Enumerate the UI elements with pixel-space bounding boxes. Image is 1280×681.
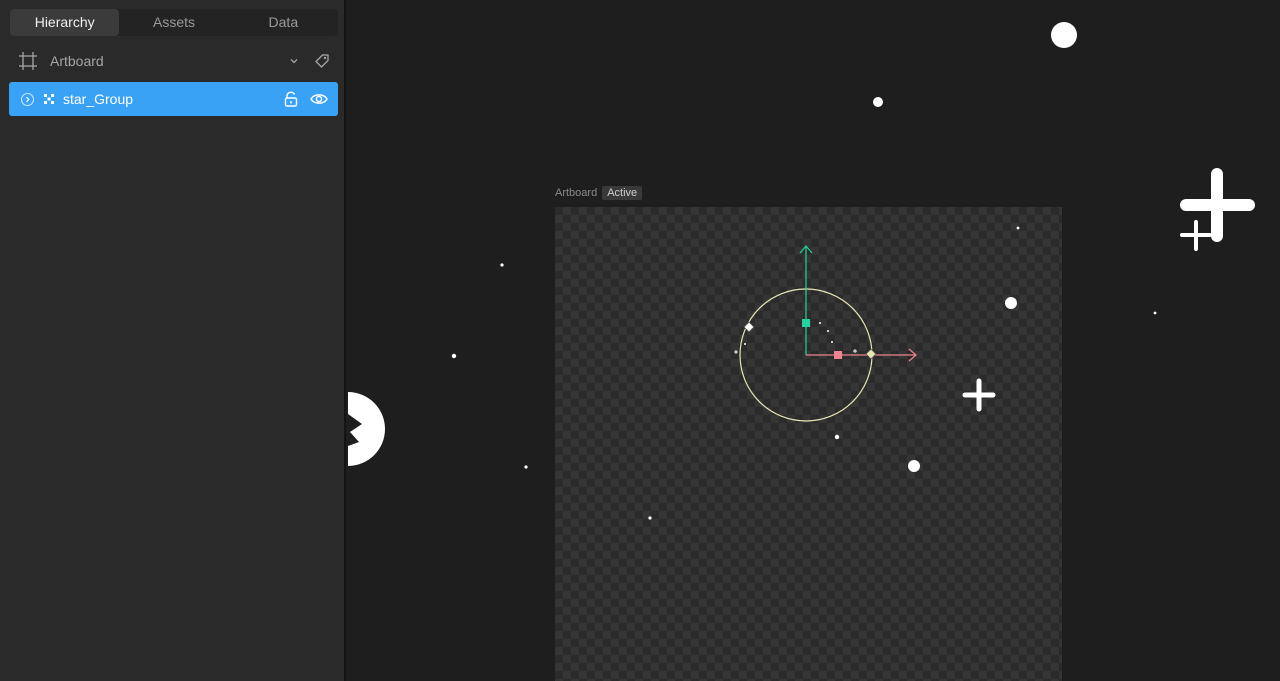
y-axis-handle[interactable] (802, 319, 810, 327)
x-axis-handle[interactable] (834, 351, 842, 359)
plus-star-medium (962, 378, 996, 412)
star-dot (524, 465, 528, 469)
rotation-handle[interactable] (865, 348, 877, 360)
artboard-frame-icon (19, 52, 37, 70)
plus-star-small (1180, 220, 1212, 251)
star-dot (500, 263, 504, 267)
sparkle-dot (819, 322, 821, 324)
rotation-handle[interactable] (743, 321, 755, 333)
unlock-icon[interactable] (284, 91, 298, 107)
artboard-row[interactable]: Artboard (10, 48, 338, 74)
star-dot (834, 434, 840, 440)
sparkle-dot (831, 341, 833, 343)
group-icon (44, 94, 54, 104)
tab-hierarchy[interactable]: Hierarchy (10, 9, 120, 36)
canvas-overlay (348, 22, 1255, 520)
sparkle-dot (744, 343, 746, 345)
chevron-down-icon[interactable] (288, 55, 300, 67)
expand-toggle-icon[interactable] (21, 92, 34, 106)
eye-icon[interactable] (310, 92, 328, 106)
tab-assets[interactable]: Assets (119, 9, 228, 36)
star-dot (873, 97, 883, 107)
star-dot (1016, 226, 1020, 230)
star-dot (451, 353, 457, 359)
layer-row-star-group[interactable]: star_Group (9, 82, 338, 116)
hierarchy-panel: Hierarchy Assets Data Artboard star_Grou… (0, 0, 346, 681)
star-dot (908, 460, 920, 472)
star-dot (648, 516, 652, 520)
star-dot (1051, 22, 1077, 48)
layer-label: star_Group (63, 91, 134, 107)
transform-gizmo[interactable] (739, 245, 917, 422)
sparkle-plus (853, 349, 857, 353)
sparkle-dot (827, 330, 829, 332)
star-dot (1005, 297, 1017, 309)
star-dot (1153, 311, 1157, 315)
tag-icon[interactable] (314, 53, 330, 69)
panel-tabs: Hierarchy Assets Data (10, 9, 338, 36)
tab-data[interactable]: Data (229, 9, 338, 36)
artboard-label: Artboard (50, 53, 104, 69)
partial-shape-left (348, 392, 385, 466)
sparkle-plus (734, 350, 738, 354)
canvas-viewport[interactable]: Artboard Active (348, 0, 1280, 681)
